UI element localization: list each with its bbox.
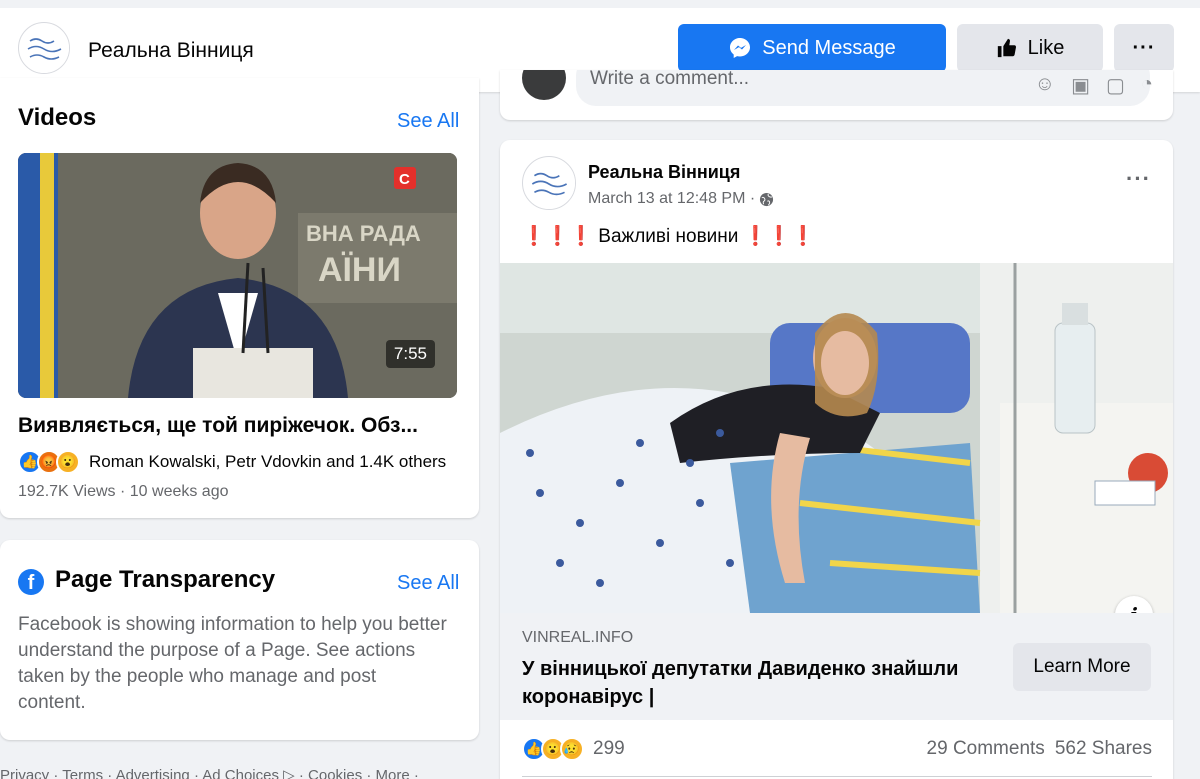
page-transparency-card: f Page Transparency See All Facebook is … — [0, 540, 479, 740]
comments-count[interactable]: 29 Comments — [927, 738, 1045, 760]
video-thumbnail[interactable]: ВНА РАДА АЇНИ C 7:55 — [18, 153, 457, 398]
wow-icon: 😮 — [56, 450, 80, 474]
page-logo[interactable] — [18, 22, 70, 74]
reaction-icons: 👍 😡 😮 — [18, 450, 80, 474]
transparency-description: Facebook is showing information to help … — [18, 614, 447, 713]
reactions-text: Roman Kowalski, Petr Vdovkin and 1.4K ot… — [89, 452, 447, 471]
post-image[interactable]: i — [500, 263, 1173, 613]
video-title[interactable]: Виявляється, ще той пиріжечок. Обз... — [18, 414, 418, 438]
page-title[interactable]: Реальна Вінниця — [88, 39, 254, 63]
link-domain: VINREAL.INFO — [522, 629, 634, 646]
shares-count[interactable]: 562 Shares — [1055, 738, 1152, 760]
reaction-icons: 👍 😮 😥 — [522, 737, 584, 761]
transparency-heading: Page Transparency — [55, 566, 276, 593]
like-label: Like — [1027, 36, 1065, 59]
post-options-button[interactable]: ··· — [1126, 166, 1151, 192]
post-author-avatar[interactable] — [522, 156, 576, 210]
svg-text:АЇНИ: АЇНИ — [318, 251, 401, 289]
more-options-button[interactable]: ··· — [1114, 24, 1174, 72]
post-timestamp[interactable]: March 13 at 12:48 PM · — [588, 190, 755, 208]
divider — [522, 776, 1152, 777]
like-page-button[interactable]: Like — [957, 24, 1103, 72]
post-text: ❗❗❗ Важливі новини ❗❗❗ — [522, 224, 815, 248]
videos-heading: Videos — [18, 104, 97, 131]
video-reactions[interactable]: 👍 😡 😮 Roman Kowalski, Petr Vdovkin and 1… — [18, 450, 446, 474]
videos-card: Videos See All ВНА РАДА АЇНИ C 7:55 Вияв… — [0, 78, 479, 518]
gif-icon[interactable]: ▢ — [1106, 73, 1125, 98]
messenger-icon — [730, 38, 751, 58]
exclamation-icons: ❗❗❗ — [743, 226, 815, 247]
video-views: 192.7K Views · 10 weeks ago — [18, 483, 229, 500]
videos-see-all-link[interactable]: See All — [397, 110, 459, 133]
post-reactions[interactable]: 👍 😮 😥 299 — [522, 737, 625, 761]
globe-icon — [760, 192, 774, 206]
sticker-icon[interactable]: ◔ — [1141, 73, 1153, 98]
svg-text:C: C — [399, 171, 410, 188]
post-meta: March 13 at 12:48 PM · — [588, 190, 774, 208]
reactions-count: 299 — [593, 738, 625, 759]
thumbs-up-icon — [997, 38, 1016, 58]
post-stats: 👍 😮 😥 299 29 Comments 562 Shares — [522, 734, 1152, 764]
video-duration-badge: 7:55 — [385, 340, 435, 368]
comment-box-card: Write a comment... ☺ ▣ ▢ ◔ — [500, 70, 1173, 120]
post-author-name[interactable]: Реальна Вінниця — [588, 162, 740, 183]
facebook-icon: f — [18, 569, 44, 595]
comment-tools: ☺ ▣ ▢ ◔ — [1035, 73, 1153, 98]
camera-icon[interactable]: ▣ — [1071, 73, 1090, 98]
learn-more-button[interactable]: Learn More — [1013, 643, 1151, 691]
post-photo — [500, 263, 1173, 613]
exclamation-icons: ❗❗❗ — [522, 226, 593, 247]
avatar[interactable] — [522, 70, 566, 100]
post-card: Реальна Вінниця March 13 at 12:48 PM · ·… — [500, 140, 1173, 779]
send-message-label: Send Message — [762, 36, 896, 59]
transparency-see-all-link[interactable]: See All — [397, 572, 459, 595]
footer-links[interactable]: Privacy · Terms · Advertising · Ad Choic… — [0, 766, 419, 779]
svg-text:ВНА РАДА: ВНА РАДА — [306, 221, 421, 246]
sad-icon: 😥 — [560, 737, 584, 761]
emoji-icon[interactable]: ☺ — [1035, 73, 1055, 98]
link-title[interactable]: У вінницької депутатки Давиденко знайшли… — [522, 655, 982, 711]
send-message-button[interactable]: Send Message — [678, 24, 946, 72]
post-text-body: Важливі новини — [598, 226, 739, 247]
link-preview[interactable]: VINREAL.INFO У вінницької депутатки Дави… — [500, 613, 1173, 720]
